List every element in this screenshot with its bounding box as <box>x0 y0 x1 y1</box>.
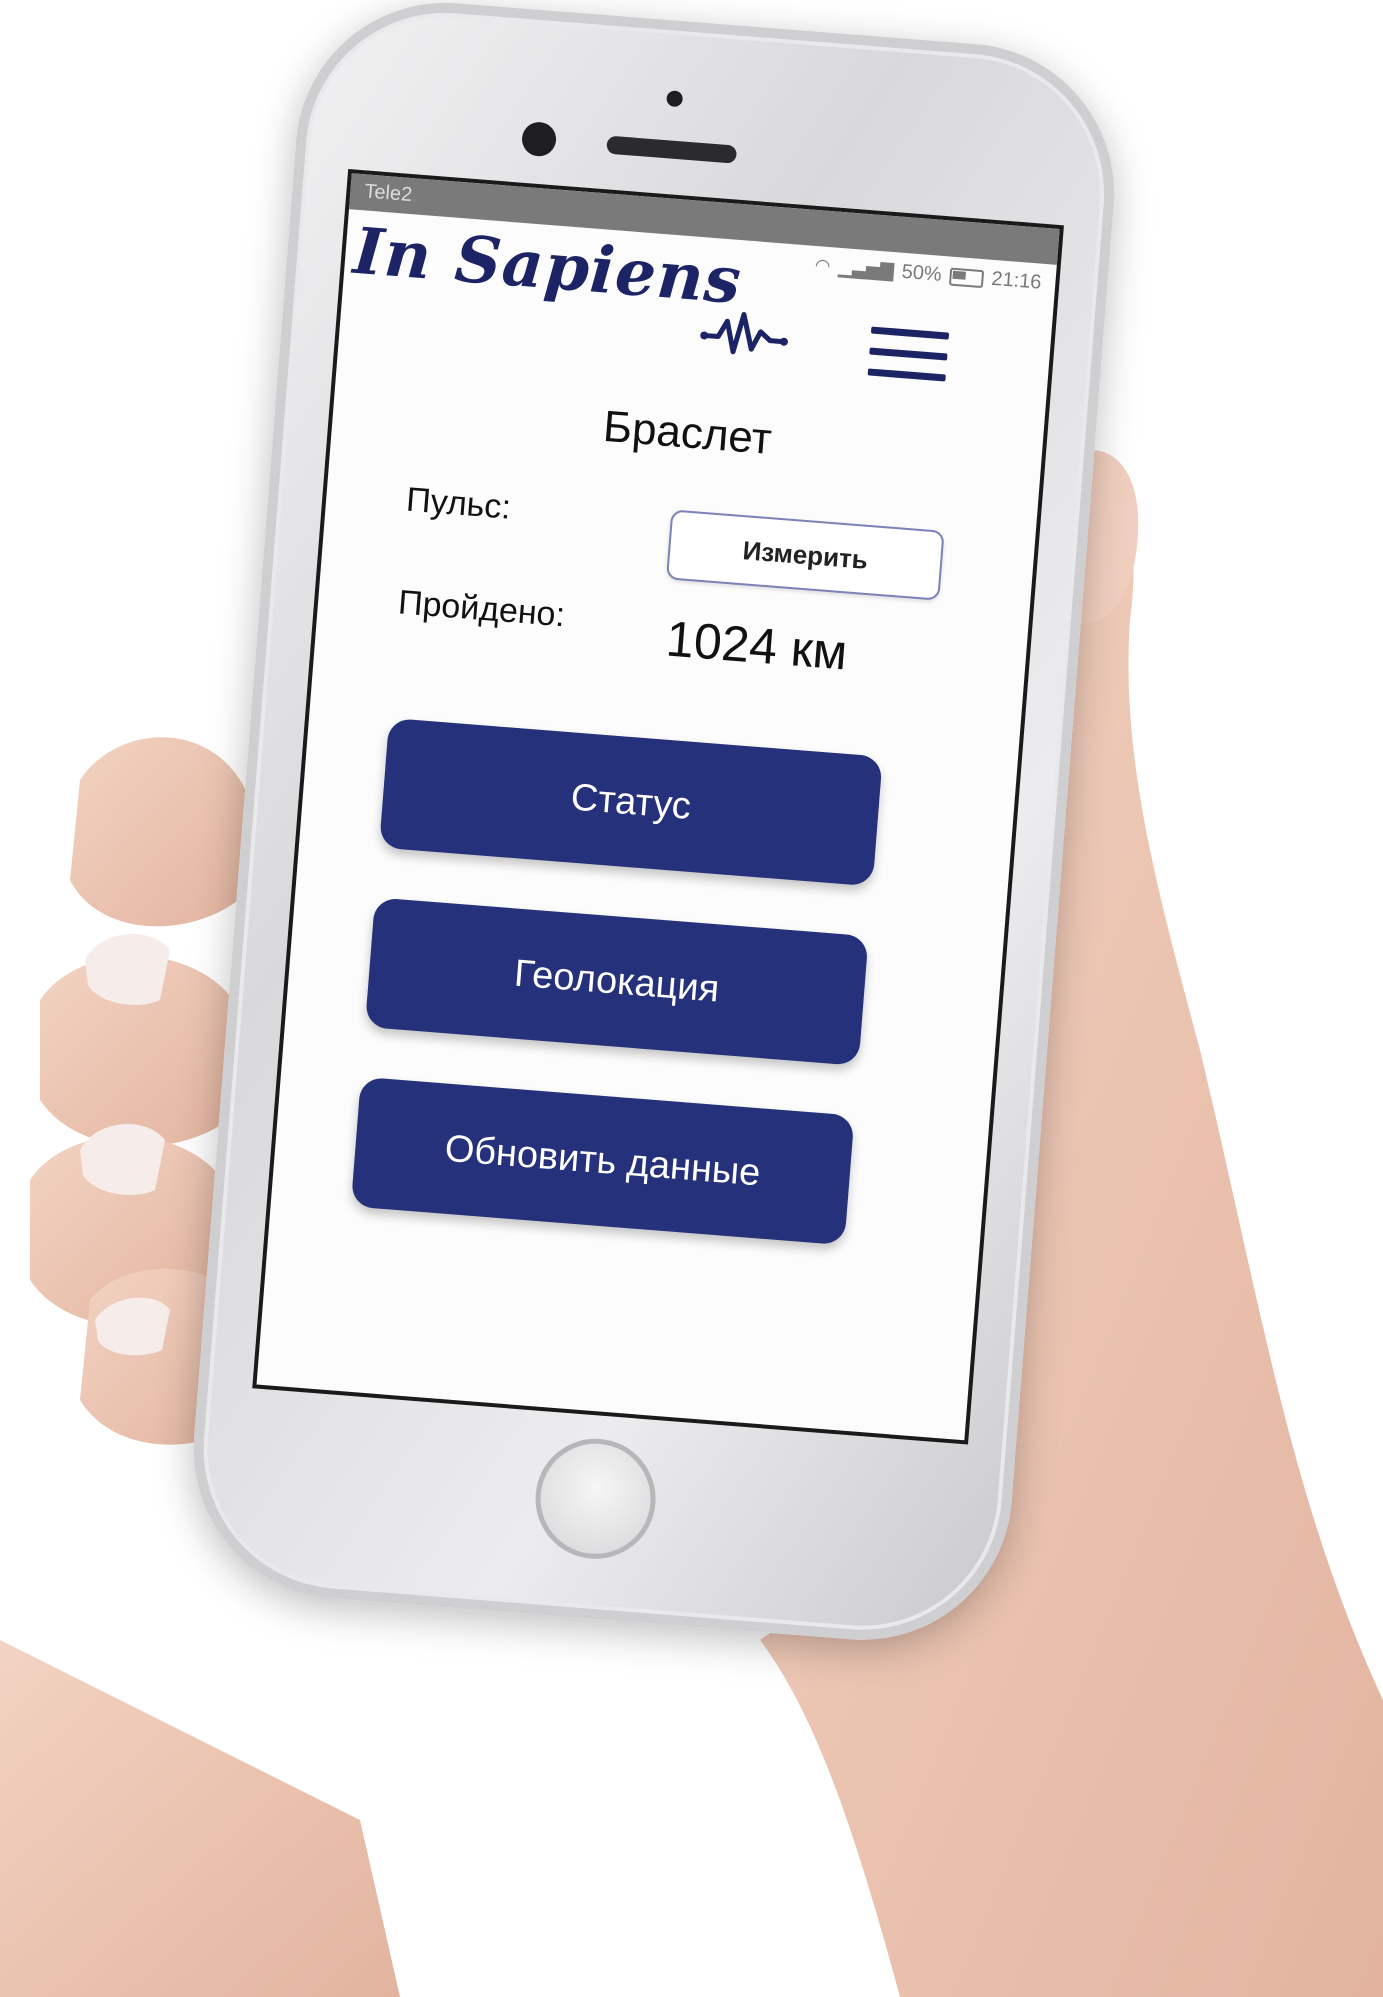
geolocation-button[interactable]: Геолокация <box>364 897 869 1066</box>
wifi-icon: ◠ <box>814 254 832 277</box>
pulse-label: Пульс: <box>404 480 513 527</box>
page-title: Браслет <box>601 401 774 464</box>
carrier-label: Tele2 <box>363 180 413 207</box>
distance-label: Пройдено: <box>396 583 567 635</box>
proximity-sensor <box>666 90 684 108</box>
distance-value: 1024 км <box>664 610 850 681</box>
hamburger-menu-icon[interactable] <box>867 326 950 387</box>
battery-percent: 50% <box>900 260 943 286</box>
home-button[interactable] <box>531 1434 661 1564</box>
signal-icon: ▁▃▅▇ <box>837 256 895 282</box>
update-data-button[interactable]: Обновить данные <box>350 1076 855 1246</box>
front-camera <box>520 120 558 158</box>
battery-icon <box>948 267 985 288</box>
app-screen: Tele2 ◠ ▁▃▅▇ 50% 21:16 In Sapiens Брасле… <box>252 168 1064 1445</box>
heartbeat-icon[interactable] <box>698 301 792 368</box>
photo-stage: Tele2 ◠ ▁▃▅▇ 50% 21:16 In Sapiens Брасле… <box>0 0 1383 1997</box>
measure-button[interactable]: Измерить <box>665 509 945 601</box>
clock-time: 21:16 <box>990 267 1043 294</box>
status-button[interactable]: Статус <box>379 717 883 887</box>
earpiece-speaker <box>606 135 738 164</box>
